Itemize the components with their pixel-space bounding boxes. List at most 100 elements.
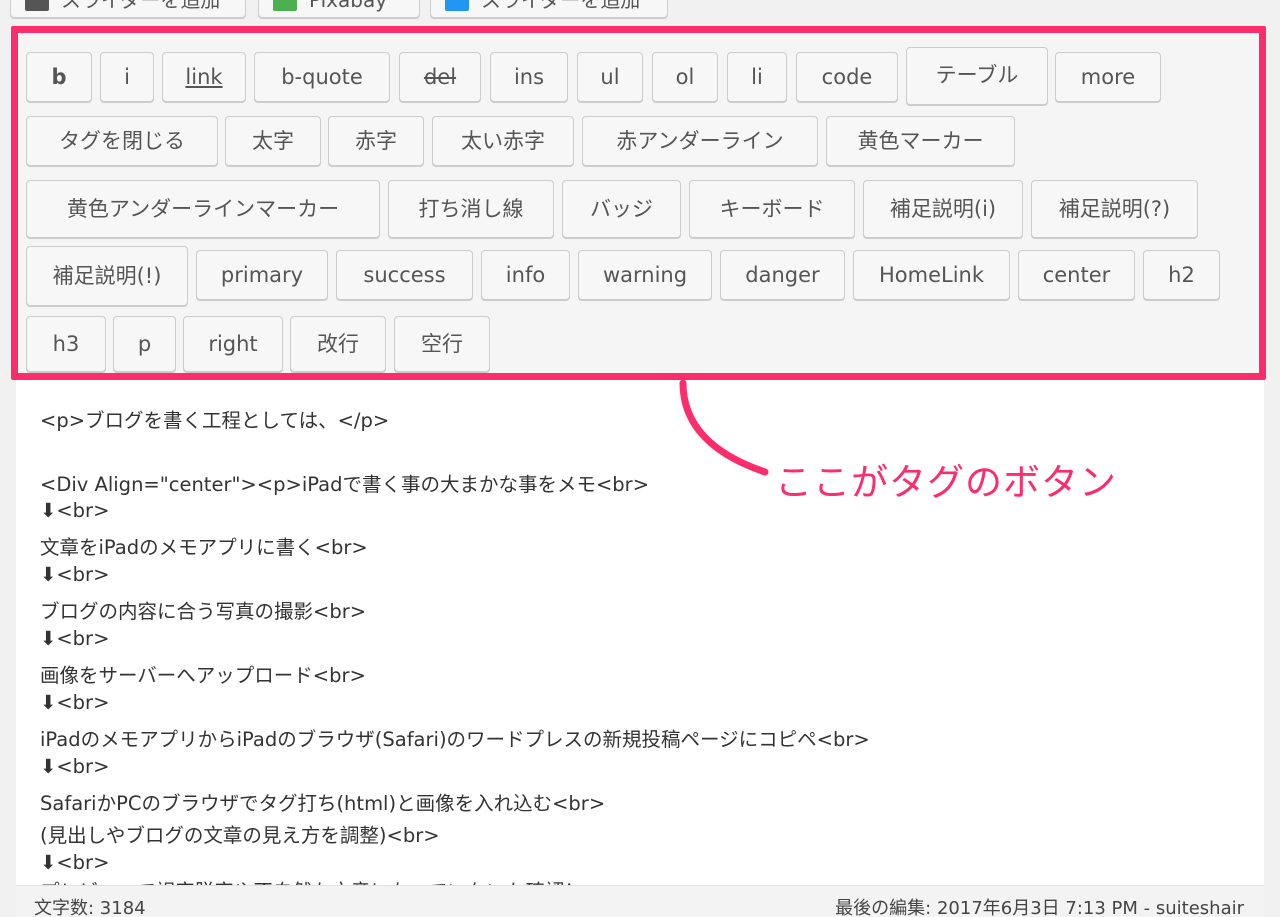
tag-button-keyboard[interactable]: キーボード	[689, 180, 855, 238]
word-count: 文字数: 3184	[34, 898, 146, 917]
tag-button-more[interactable]: more	[1055, 52, 1161, 102]
editor-line: <Div Align="center"><p>iPadで書く事の大まかな事をメモ…	[40, 473, 650, 496]
editor-line: ⬇<br>	[40, 755, 110, 778]
editor-line: <p>ブログを書く工程としては、</p>	[40, 409, 390, 432]
tag-button-label: primary	[220, 263, 304, 287]
editor-line: ⬇<br>	[40, 851, 110, 874]
tag-button-label: ins	[513, 65, 545, 89]
tag-button-note-info[interactable]: 補足説明(i)	[863, 180, 1023, 238]
tag-button-label: タグを閉じる	[59, 129, 185, 153]
tag-button-success[interactable]: success	[336, 250, 473, 300]
tag-button-label: 改行	[317, 332, 359, 356]
editor-line: ブログの内容に合う写真の撮影<br>	[40, 600, 367, 623]
editor-line: 文章をiPadのメモアプリに書く<br>	[40, 536, 368, 559]
tag-button-li[interactable]: li	[727, 52, 787, 102]
tag-button-label: 黄色マーカー	[857, 129, 984, 153]
editor-line: SafariかPCのブラウザでタグ打ち(html)と画像を入れ込む<br>	[40, 792, 606, 815]
tag-button-label: 空行	[421, 332, 463, 356]
tag-button-blank-line[interactable]: 空行	[394, 316, 490, 372]
editor-line: ⬇<br>	[40, 563, 110, 586]
editor-line: 画像をサーバーへアップロード<br>	[40, 664, 366, 687]
tag-button-label: b	[51, 65, 67, 89]
tag-button-bold[interactable]: 太字	[225, 116, 321, 166]
tag-button-label: right	[208, 332, 258, 356]
tag-button-label: キーボード	[719, 197, 825, 221]
tag-button-label: ol	[675, 65, 695, 89]
tag-button-label: code	[821, 65, 873, 89]
tag-button-i[interactable]: i	[100, 52, 154, 102]
tag-button-label: p	[137, 332, 152, 356]
tag-button-line-break[interactable]: 改行	[290, 316, 386, 372]
tag-button-strikethrough[interactable]: 打ち消し線	[388, 180, 554, 238]
slider-icon-alt	[445, 0, 469, 11]
tag-button-label: center	[1042, 263, 1111, 287]
quicktags-toolbar: b i link b-quote del ins ul ol li code テ…	[16, 32, 1264, 378]
add-slider-label-2: スライダーを追加	[481, 0, 641, 12]
tag-button-center[interactable]: center	[1018, 250, 1135, 300]
tag-button-label: more	[1080, 65, 1136, 89]
editor-line: iPadのメモアプリからiPadのブラウザ(Safari)のワードプレスの新規投…	[40, 728, 870, 751]
tag-button-label: i	[124, 65, 130, 89]
tag-button-label: li	[751, 65, 763, 89]
tag-button-label: del	[423, 65, 457, 89]
tag-button-label: warning	[602, 263, 688, 287]
tag-button-label: b-quote	[281, 65, 363, 89]
tag-button-label: link	[185, 65, 223, 89]
tag-button-info[interactable]: info	[481, 250, 570, 300]
last-edited: 最後の編集: 2017年6月3日 7:13 PM - suiteshair	[835, 898, 1244, 917]
tag-button-close-tags[interactable]: タグを閉じる	[26, 116, 218, 166]
tag-button-label: info	[505, 263, 546, 287]
tag-button-label: 補足説明(!)	[52, 264, 162, 288]
tag-button-label: 打ち消し線	[418, 197, 524, 221]
editor-line: ⬇<br>	[40, 627, 110, 650]
tag-button-warning[interactable]: warning	[578, 250, 712, 300]
tag-button-danger[interactable]: danger	[720, 250, 845, 300]
tag-button-homelink[interactable]: HomeLink	[853, 250, 1010, 300]
tag-button-note-question[interactable]: 補足説明(?)	[1031, 180, 1198, 238]
tag-button-label: 太字	[252, 129, 294, 153]
annotation-label: ここがタグのボタン	[775, 461, 1117, 504]
tag-button-primary[interactable]: primary	[196, 250, 328, 300]
editor-line: ⬇<br>	[40, 499, 110, 522]
tag-button-bold-red[interactable]: 太い赤字	[432, 116, 574, 166]
tag-button-label: 補足説明(i)	[889, 197, 997, 221]
tag-button-note-alert[interactable]: 補足説明(!)	[26, 246, 188, 306]
add-slider-label: スライダーを追加	[61, 0, 221, 12]
tag-button-label: 赤字	[355, 129, 397, 153]
tag-button-p[interactable]: p	[113, 316, 176, 372]
tag-button-red-underline[interactable]: 赤アンダーライン	[582, 116, 818, 166]
tag-button-ins[interactable]: ins	[490, 52, 568, 102]
tag-button-b-quote[interactable]: b-quote	[254, 52, 390, 102]
tag-button-ol[interactable]: ol	[652, 52, 718, 102]
editor-line: ⬇<br>	[40, 691, 110, 714]
pixabay-label: Pixabay	[309, 0, 388, 12]
tag-button-h3[interactable]: h3	[26, 316, 106, 372]
tag-button-yellow-marker[interactable]: 黄色マーカー	[826, 116, 1015, 166]
status-bar: 文字数: 3184 最後の編集: 2017年6月3日 7:13 PM - sui…	[16, 885, 1264, 917]
image-icon	[273, 0, 297, 11]
add-slider-button[interactable]: スライダーを追加	[10, 0, 246, 18]
tag-button-label: HomeLink	[878, 263, 985, 287]
tag-button-b[interactable]: b	[26, 52, 92, 102]
tag-button-h2[interactable]: h2	[1143, 250, 1220, 300]
tag-button-code[interactable]: code	[796, 52, 898, 102]
tag-button-table[interactable]: テーブル	[906, 47, 1048, 105]
tag-button-label: 太い赤字	[461, 129, 545, 153]
tag-button-label: 黄色アンダーラインマーカー	[66, 197, 340, 221]
tag-button-right[interactable]: right	[183, 316, 283, 372]
tag-button-label: success	[363, 263, 446, 287]
tag-button-del[interactable]: del	[399, 52, 481, 102]
tag-button-yellow-underline-marker[interactable]: 黄色アンダーラインマーカー	[26, 180, 380, 238]
tag-button-label: 赤アンダーライン	[616, 129, 784, 153]
tag-button-ul[interactable]: ul	[577, 52, 643, 102]
tag-button-label: 補足説明(?)	[1058, 197, 1171, 221]
slider-icon	[25, 0, 49, 11]
add-slider-button-2[interactable]: スライダーを追加	[430, 0, 668, 18]
tag-button-label: h3	[52, 332, 80, 356]
tag-button-label: バッジ	[590, 197, 653, 221]
tag-button-badge[interactable]: バッジ	[562, 180, 681, 238]
editor-line: プレビューで誤字脱字や不自然な文章になっていないか確認！	[40, 875, 584, 885]
tag-button-red[interactable]: 赤字	[328, 116, 424, 166]
tag-button-link[interactable]: link	[162, 52, 246, 102]
pixabay-button[interactable]: Pixabay	[258, 0, 420, 18]
